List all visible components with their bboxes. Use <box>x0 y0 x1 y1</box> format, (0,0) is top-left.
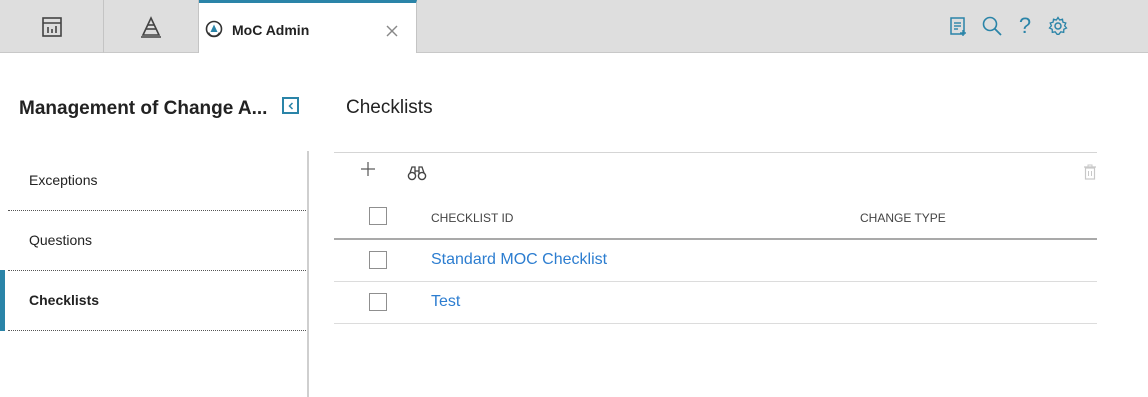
clipboard-button[interactable] <box>947 15 969 37</box>
pyramid-icon <box>141 15 161 38</box>
close-icon[interactable] <box>385 24 399 38</box>
divider <box>334 152 1097 153</box>
column-header-checklist-id[interactable]: CHECKLIST ID <box>431 211 513 225</box>
select-all-checkbox[interactable] <box>369 207 387 225</box>
checklist-link[interactable]: Test <box>431 293 460 311</box>
settings-icon <box>1048 16 1068 35</box>
binoculars-icon[interactable] <box>407 165 427 181</box>
sidebar-item-checklists[interactable]: Checklists <box>0 270 306 331</box>
help-button[interactable]: ? <box>1014 13 1036 38</box>
dashboard-icon <box>41 16 62 37</box>
tab-dashboard[interactable] <box>0 0 104 53</box>
search-button[interactable] <box>981 15 1003 37</box>
settings-button[interactable] <box>1047 15 1069 37</box>
add-icon[interactable] <box>359 160 377 178</box>
clipboard-icon <box>950 17 966 36</box>
top-tab-bar: MoC Admin ? <box>0 0 1148 53</box>
row-checkbox[interactable] <box>369 293 387 311</box>
page-title: Checklists <box>346 97 433 118</box>
sidebar-item-exceptions[interactable]: Exceptions <box>8 151 306 211</box>
trash-icon[interactable] <box>1083 164 1097 180</box>
table-row: Standard MOC Checklist <box>334 240 1097 282</box>
tab-moc-admin[interactable]: MoC Admin <box>199 0 417 53</box>
help-icon: ? <box>1018 13 1032 38</box>
chevron-left-icon <box>287 101 293 110</box>
moc-admin-icon <box>205 20 223 38</box>
tab-pyramid[interactable] <box>104 0 199 53</box>
search-icon <box>982 16 1002 36</box>
collapse-sidebar-button[interactable] <box>282 97 299 114</box>
sidebar-item-label: Exceptions <box>29 172 98 188</box>
row-checkbox[interactable] <box>369 251 387 269</box>
sidebar-title: Management of Change A... <box>19 98 268 119</box>
table-row: Test <box>334 282 1097 324</box>
checklist-link[interactable]: Standard MOC Checklist <box>431 251 607 269</box>
sidebar-item-label: Checklists <box>29 292 100 308</box>
table-header: CHECKLIST ID CHANGE TYPE <box>334 198 1097 240</box>
column-header-change-type[interactable]: CHANGE TYPE <box>860 211 946 225</box>
sidebar-item-label: Questions <box>29 232 93 248</box>
sidebar-nav: Exceptions Questions Checklists <box>0 151 308 331</box>
panel-divider[interactable] <box>307 151 309 397</box>
sidebar-item-questions[interactable]: Questions <box>8 211 306 271</box>
tab-title: MoC Admin <box>232 22 310 38</box>
